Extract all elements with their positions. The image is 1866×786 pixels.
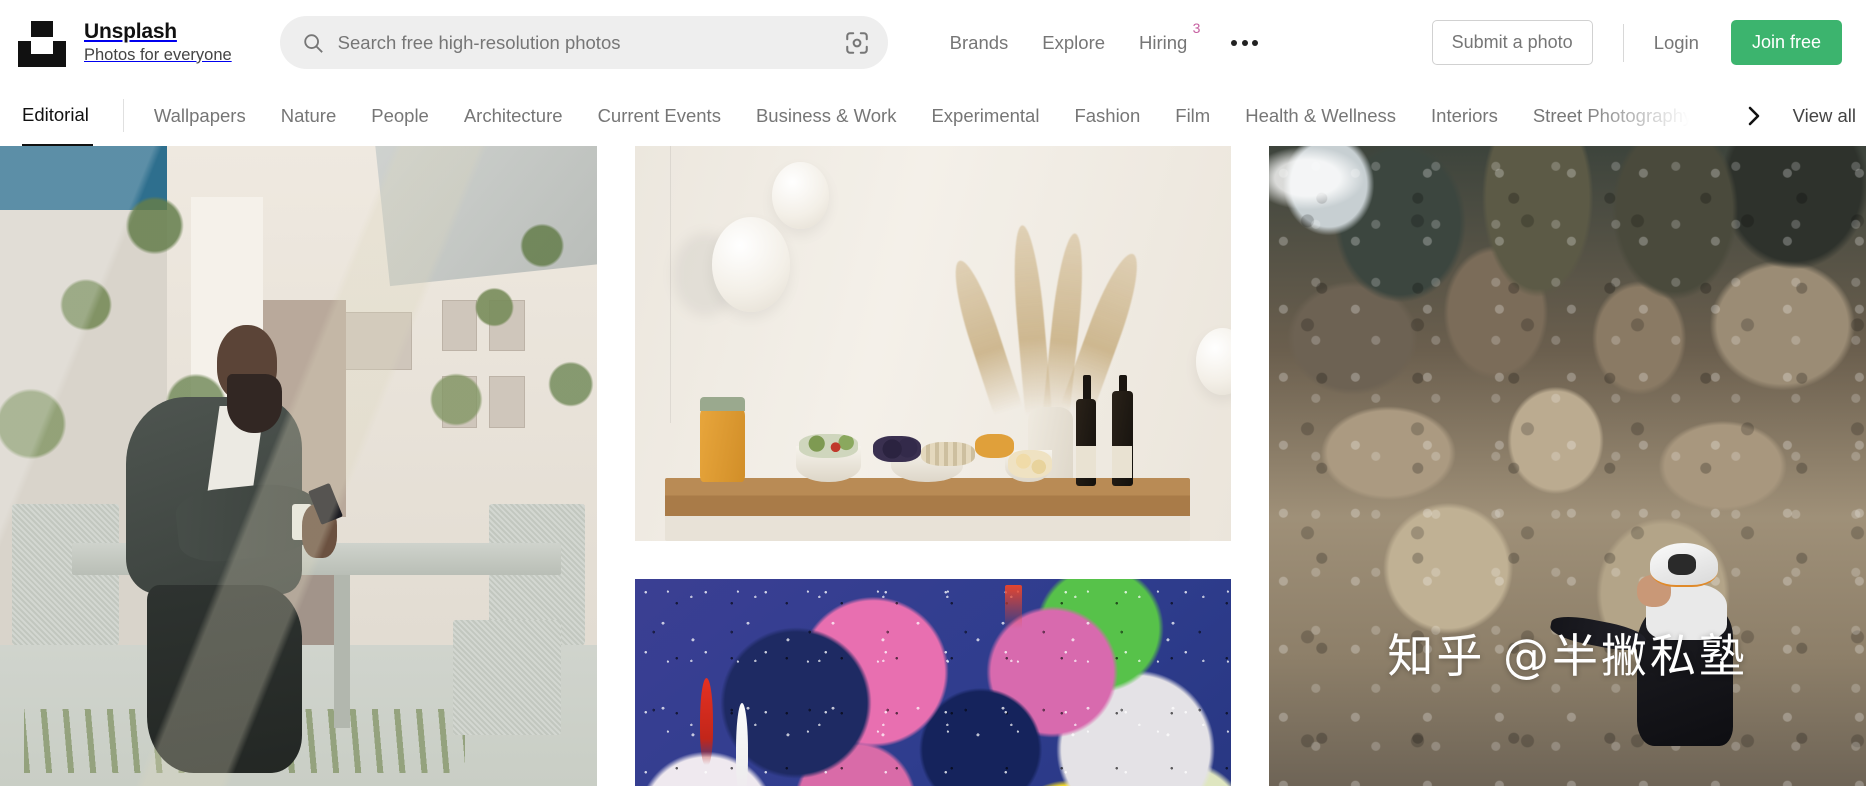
category-link-experimental[interactable]: Experimental <box>931 105 1039 127</box>
category-tab-editorial[interactable]: Editorial <box>22 85 93 146</box>
category-link-interiors[interactable]: Interiors <box>1431 105 1498 127</box>
photo-businessman-terrace[interactable] <box>0 146 597 786</box>
primary-nav: Brands Explore Hiring 3 <box>950 20 1259 54</box>
nav-link-hiring[interactable]: Hiring 3 <box>1139 20 1200 54</box>
photo-abstract-spray-paint[interactable] <box>634 579 1232 786</box>
brand-tagline: Photos for everyone <box>84 45 232 64</box>
search-bar[interactable] <box>279 16 888 69</box>
photo-sideboard-food[interactable] <box>634 146 1232 541</box>
visual-search-icon[interactable] <box>844 30 870 56</box>
brand-home-link[interactable]: Unsplash Photos for everyone <box>18 19 232 67</box>
category-link-people[interactable]: People <box>371 105 429 127</box>
photo-grid: 知乎 @半撇私塾 <box>0 146 1866 786</box>
category-link-wallpapers[interactable]: Wallpapers <box>154 105 246 127</box>
category-link-fashion[interactable]: Fashion <box>1074 105 1140 127</box>
hiring-count-badge: 3 <box>1192 19 1201 36</box>
category-link-current-events[interactable]: Current Events <box>598 105 721 127</box>
join-free-button[interactable]: Join free <box>1730 20 1842 65</box>
login-link[interactable]: Login <box>1654 32 1699 54</box>
category-link-business-and-work[interactable]: Business & Work <box>756 105 897 127</box>
search-icon <box>302 32 324 54</box>
category-bar-actions: View all <box>1730 85 1866 146</box>
nav-link-hiring-label: Hiring <box>1139 31 1188 53</box>
header-divider <box>1622 23 1624 62</box>
brand-name: Unsplash <box>84 20 177 44</box>
category-divider <box>122 99 124 132</box>
header-actions: Submit a photo Login Join free <box>1431 20 1842 65</box>
category-link-street-photography[interactable]: Street Photography <box>1533 105 1692 127</box>
nav-link-explore-label: Explore <box>1042 31 1106 53</box>
category-bar: Editorial Wallpapers Nature People Archi… <box>0 85 1866 146</box>
nav-link-explore[interactable]: Explore <box>1042 32 1105 54</box>
nav-link-brands[interactable]: Brands <box>950 32 1009 54</box>
search-input[interactable] <box>337 31 830 54</box>
chevron-right-icon[interactable] <box>1730 93 1775 138</box>
submit-a-photo-button[interactable]: Submit a photo <box>1431 20 1593 65</box>
category-link-film[interactable]: Film <box>1175 105 1210 127</box>
site-header: Unsplash Photos for everyone Brands Expl… <box>0 0 1866 85</box>
nav-link-brands-label: Brands <box>949 31 1009 53</box>
ellipsis-horizontal-icon[interactable] <box>1231 39 1259 46</box>
view-all-categories-link[interactable]: View all <box>1793 105 1862 127</box>
photo-column-3: 知乎 @半撇私塾 <box>1269 146 1866 786</box>
unsplash-camera-logo-icon <box>18 19 66 67</box>
photo-rock-climber[interactable]: 知乎 @半撇私塾 <box>1269 146 1866 786</box>
photo-column-1 <box>0 146 597 786</box>
category-link-nature[interactable]: Nature <box>281 105 337 127</box>
category-scroll-list[interactable]: Wallpapers Nature People Architecture Cu… <box>154 85 1731 146</box>
photo-column-2 <box>634 146 1232 786</box>
category-link-architecture[interactable]: Architecture <box>464 105 563 127</box>
category-link-health-and-wellness[interactable]: Health & Wellness <box>1245 105 1396 127</box>
